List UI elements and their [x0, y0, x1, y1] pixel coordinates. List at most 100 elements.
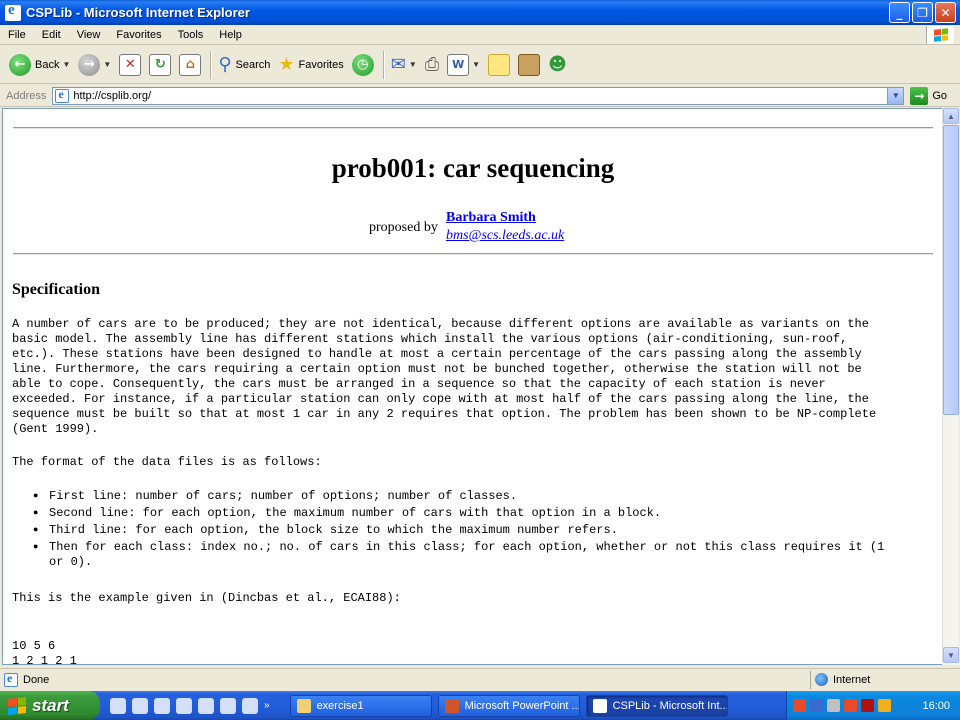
window-title: CSPLib - Microsoft Internet Explorer	[26, 5, 250, 20]
taskbar-button-csplib[interactable]: CSPLib - Microsoft Int...	[585, 694, 728, 717]
specification-text: A number of cars are to be produced; the…	[12, 317, 877, 436]
home-button[interactable]: ⌂	[176, 49, 204, 81]
scroll-up-button[interactable]: ▲	[943, 108, 959, 124]
messenger-quicklaunch-icon[interactable]	[176, 697, 192, 714]
quick-launch: »	[110, 697, 270, 714]
ie-quicklaunch-icon[interactable]	[110, 697, 126, 714]
system-tray: 16:00	[786, 691, 960, 720]
email-link[interactable]: bms@scs.leeds.ac.uk	[446, 228, 564, 244]
tray-icon[interactable]	[793, 699, 806, 712]
taskbar: start » exercise1 Microsoft PowerPoint .…	[0, 691, 960, 720]
start-button[interactable]: start	[0, 691, 100, 720]
menu-edit[interactable]: Edit	[34, 29, 69, 41]
minimize-button[interactable]: _	[889, 2, 910, 23]
folder-quicklaunch-icon[interactable]	[220, 697, 236, 714]
menu-file[interactable]: File	[0, 29, 34, 41]
scroll-thumb[interactable]	[943, 125, 959, 415]
close-button[interactable]: ✕	[935, 2, 956, 23]
refresh-button[interactable]: ↻	[146, 49, 174, 81]
address-field[interactable]: ▼	[52, 86, 905, 105]
maximize-button[interactable]: ❐	[912, 2, 933, 23]
outlook-quicklaunch-icon[interactable]	[132, 697, 148, 714]
messenger-icon: ☻	[548, 54, 567, 75]
edit-button[interactable]: W ▼	[444, 49, 483, 81]
address-input[interactable]	[73, 89, 874, 102]
horizontal-rule	[13, 127, 933, 129]
mail-button[interactable]: ✉ ▼	[388, 49, 420, 81]
toolbar-separator	[382, 50, 384, 79]
favorites-label: Favorites	[298, 58, 344, 71]
status-bar: Done Internet	[0, 668, 960, 690]
window-controls: _ ❐ ✕	[889, 2, 956, 23]
page-icon	[4, 671, 18, 687]
back-button[interactable]: ← Back ▼	[6, 49, 73, 81]
list-item: First line: number of cars; number of op…	[33, 489, 884, 504]
forward-arrow-icon: →	[78, 53, 101, 76]
history-button[interactable]: ◷	[349, 49, 377, 81]
go-button[interactable]: → Go	[910, 86, 947, 105]
scroll-down-button[interactable]: ▼	[943, 647, 959, 663]
address-dropdown-icon[interactable]: ▼	[887, 87, 904, 104]
standard-toolbar: ← Back ▼ → ▼ ✕ ↻ ⌂ ⚲ Search ★ Favorites …	[0, 46, 960, 84]
vertical-scrollbar[interactable]: ▲ ▼	[942, 108, 959, 665]
powerpoint-icon	[444, 698, 459, 713]
data-line: 1 2 1 2 1	[12, 654, 77, 665]
taskbar-button-powerpoint[interactable]: Microsoft PowerPoint ...	[437, 694, 580, 717]
search-button[interactable]: ⚲ Search	[215, 49, 273, 81]
list-item: Third line: for each option, the block s…	[33, 523, 884, 538]
tray-icon[interactable]	[810, 699, 823, 712]
start-label: start	[32, 695, 69, 715]
notepad-quicklaunch-icon[interactable]	[242, 697, 258, 714]
stop-button[interactable]: ✕	[116, 49, 144, 81]
mail-dropdown-icon[interactable]: ▼	[409, 60, 417, 69]
specification-heading: Specification	[12, 281, 100, 298]
back-arrow-icon: ←	[9, 53, 31, 76]
menu-help[interactable]: Help	[211, 29, 250, 41]
data-line: 10 5 6	[12, 639, 56, 653]
task-label: CSPLib - Microsoft Int...	[612, 699, 728, 712]
globe-icon	[815, 673, 828, 686]
quicklaunch-chevron-icon[interactable]: »	[264, 700, 270, 711]
taskbar-button-exercise1[interactable]: exercise1	[289, 694, 432, 717]
horizontal-rule	[13, 253, 933, 255]
messenger-button[interactable]: ☻	[545, 49, 570, 81]
discuss-button[interactable]	[485, 49, 513, 81]
task-label: Microsoft PowerPoint ...	[464, 699, 580, 712]
forward-button[interactable]: → ▼	[75, 49, 114, 81]
example-intro: This is the example given in (Dincbas et…	[12, 591, 401, 605]
ie-icon	[592, 698, 607, 713]
ati-icon[interactable]	[861, 699, 874, 712]
search-label: Search	[235, 58, 271, 71]
menu-view[interactable]: View	[69, 29, 109, 41]
cmd-quicklaunch-icon[interactable]	[198, 697, 214, 714]
favorites-button[interactable]: ★ Favorites	[275, 49, 346, 81]
mail-icon: ✉	[390, 54, 406, 75]
go-arrow-icon: →	[910, 86, 929, 105]
back-dropdown-icon[interactable]: ▼	[62, 60, 70, 69]
print-button[interactable]: ⎙	[422, 49, 442, 81]
tray-icon[interactable]	[827, 699, 840, 712]
page-content: prob001: car sequencing proposed by Barb…	[2, 108, 944, 665]
search-icon: ⚲	[218, 54, 232, 75]
forward-dropdown-icon[interactable]: ▼	[103, 60, 111, 69]
edit-dropdown-icon[interactable]: ▼	[472, 60, 480, 69]
menu-favorites[interactable]: Favorites	[108, 29, 169, 41]
refresh-icon: ↻	[149, 53, 172, 76]
tray-icon[interactable]	[844, 699, 857, 712]
research-button[interactable]	[515, 49, 543, 81]
author-link[interactable]: Barbara Smith	[446, 210, 536, 226]
media-quicklaunch-icon[interactable]	[154, 697, 170, 714]
page-icon	[55, 87, 70, 103]
favorites-star-icon: ★	[278, 54, 295, 75]
menu-tools[interactable]: Tools	[170, 29, 212, 41]
stop-icon: ✕	[119, 53, 142, 76]
clock[interactable]: 16:00	[922, 700, 950, 712]
format-list: First line: number of cars; number of op…	[33, 489, 884, 572]
address-label: Address	[6, 89, 47, 102]
status-text: Done	[23, 673, 50, 686]
window-title-bar: CSPLib - Microsoft Internet Explorer _ ❐…	[0, 0, 960, 25]
page-title: prob001: car sequencing	[331, 153, 615, 183]
security-shield-icon[interactable]	[878, 699, 891, 712]
history-icon: ◷	[351, 53, 374, 76]
list-item: Second line: for each option, the maximu…	[33, 506, 884, 521]
